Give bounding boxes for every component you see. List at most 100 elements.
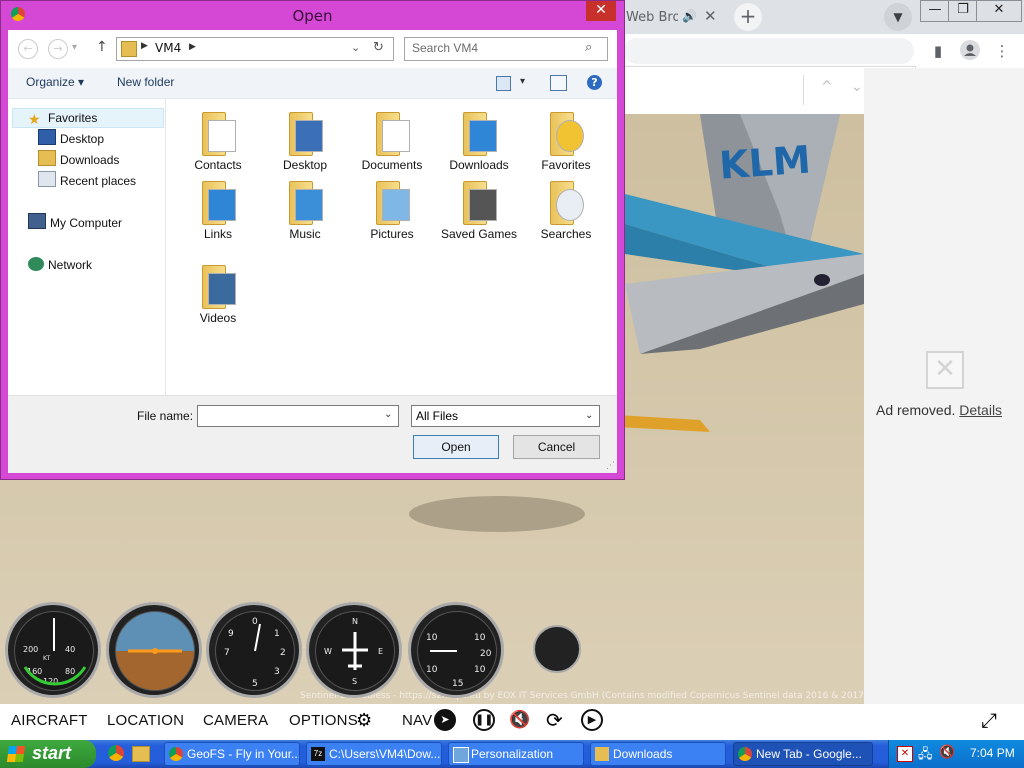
documents-folder-icon (374, 108, 410, 156)
location-menu[interactable]: LOCATION (107, 712, 184, 729)
file-name-input[interactable]: ⌄ (197, 405, 399, 427)
nav-network[interactable]: Network (28, 255, 92, 275)
start-label: start (32, 743, 72, 763)
search-input[interactable]: Search VM4 ⌕ (404, 37, 608, 61)
path-dropdown-icon[interactable]: ⌄ (351, 41, 360, 54)
taskbar-item-newtab[interactable]: New Tab - Google... (733, 742, 873, 766)
help-icon[interactable]: ? (587, 75, 602, 90)
desktop-folder-icon (287, 108, 323, 156)
contacts-folder-icon (200, 108, 236, 156)
videos-folder-icon (200, 261, 236, 309)
system-clock[interactable]: 7:04 PM (970, 746, 1015, 760)
folder-documents[interactable]: Documents (352, 108, 432, 188)
nav-menu[interactable]: NAV (402, 712, 432, 729)
ad-removed-icon: ✕ (926, 351, 964, 389)
chrome-quicklaunch-icon[interactable] (108, 745, 124, 761)
folder-music[interactable]: Music (265, 177, 345, 257)
nav-downloads[interactable]: Downloads (38, 150, 119, 170)
taskbar-item-geofs[interactable]: GeoFS - Fly in Your... (164, 742, 300, 766)
compass-icon[interactable]: ➤ (434, 709, 456, 731)
folder-favorites[interactable]: Favorites (526, 108, 606, 188)
folder-label: Favorites (541, 158, 591, 172)
taskbar-item-personalization[interactable]: Personalization (448, 742, 584, 766)
path-bar[interactable]: ▶ VM4 ▶ ⌄ ↻ (116, 37, 394, 61)
organize-button[interactable]: Organize ▾ (26, 75, 84, 89)
tab-title: Web Bro (626, 10, 678, 25)
nav-my-computer[interactable]: My Computer (28, 213, 122, 233)
folder-saved-games[interactable]: Saved Games (439, 177, 519, 257)
view-options-dropdown[interactable]: ▾ (520, 76, 525, 87)
folder-contacts[interactable]: Contacts (178, 108, 258, 188)
cancel-button[interactable]: Cancel (513, 435, 600, 459)
refresh-icon[interactable]: ↻ (373, 40, 384, 55)
gear-icon[interactable]: ⚙ (356, 710, 372, 731)
folder-label: Saved Games (440, 227, 518, 241)
svg-text:W: W (324, 647, 332, 656)
start-button[interactable]: start (0, 740, 96, 768)
new-folder-button[interactable]: New folder (117, 75, 174, 89)
fullscreen-icon[interactable]: ⤢ (981, 708, 997, 732)
folder-downloads[interactable]: Downloads (439, 108, 519, 188)
network-status-icon[interactable]: 🖧 (918, 745, 933, 767)
browser-tab[interactable]: Web Bro 🔊 ✕ (620, 4, 728, 32)
breadcrumb-arrow-icon: ▶ (141, 41, 148, 51)
back-button[interactable]: ← (18, 39, 38, 59)
dialog-close-button[interactable]: ✕ (586, 1, 616, 21)
taskbar-item-downloads[interactable]: Downloads (590, 742, 726, 766)
address-bar[interactable] (624, 38, 914, 64)
speaker-icon[interactable]: 🔊 (682, 9, 697, 23)
resize-grip-icon[interactable]: ⋰ (606, 461, 615, 471)
restore-button[interactable]: ❐ (948, 0, 978, 22)
folder-label: Documents (361, 158, 423, 172)
downloads-folder-icon (461, 108, 497, 156)
folder-searches[interactable]: Searches (526, 177, 606, 257)
up-button[interactable]: ↑ (96, 39, 108, 55)
recent-locations-dropdown[interactable]: ▾ (72, 42, 77, 53)
play-icon[interactable]: ▶ (581, 709, 603, 731)
window-close-button[interactable]: ✕ (976, 0, 1022, 22)
svg-text:40: 40 (65, 645, 75, 654)
chevron-down-icon[interactable]: ⌄ (384, 409, 392, 420)
explorer-quicklaunch-icon[interactable] (132, 746, 150, 762)
folder-videos[interactable]: Videos (178, 261, 258, 341)
svg-text:KT: KT (43, 655, 50, 662)
folder-links[interactable]: Links (178, 177, 258, 257)
nav-recent-places[interactable]: Recent places (38, 171, 136, 191)
pause-icon[interactable]: ❚❚ (473, 709, 495, 731)
svg-text:1: 1 (274, 629, 280, 639)
find-prev-button[interactable]: ^ (821, 79, 833, 95)
open-button[interactable]: Open (413, 435, 499, 459)
preview-pane-icon[interactable] (550, 75, 567, 91)
security-alert-icon[interactable]: ✕ (897, 746, 913, 762)
svg-text:5: 5 (252, 679, 258, 689)
taskbar-item-7zip[interactable]: 7z C:\Users\VM4\Dow... (306, 742, 442, 766)
aircraft-menu[interactable]: AIRCRAFT (11, 712, 88, 729)
nav-favorites[interactable]: ★ Favorites (28, 108, 97, 128)
folder-desktop[interactable]: Desktop (265, 108, 345, 188)
volume-muted-icon[interactable]: 🔇 (939, 745, 955, 760)
folder-label: Links (203, 227, 232, 241)
profile-avatar[interactable] (958, 40, 982, 62)
forward-button[interactable]: → (48, 39, 68, 59)
nav-desktop[interactable]: Desktop (38, 129, 104, 149)
find-next-button[interactable]: ⌄ (851, 79, 863, 95)
folder-label: Videos (199, 311, 237, 325)
new-tab-button[interactable]: + (734, 3, 762, 31)
ad-details-link[interactable]: Details (959, 402, 1002, 418)
nav-favorites-label: Favorites (48, 111, 98, 125)
tab-search-button[interactable]: ▼ (884, 3, 912, 31)
side-panel-icon[interactable]: ▮ (926, 40, 950, 62)
breadcrumb-vm4[interactable]: VM4 (155, 41, 181, 55)
menu-icon[interactable]: ⋮ (990, 40, 1014, 62)
minimize-button[interactable]: — (920, 0, 950, 22)
search-icon[interactable]: ⌕ (585, 40, 592, 55)
change-view-icon[interactable] (496, 76, 511, 91)
mute-icon[interactable]: 🔇 (509, 710, 530, 730)
file-type-select[interactable]: All Files ⌄ (411, 405, 600, 427)
reset-icon[interactable]: ⟳ (546, 708, 563, 732)
tab-close-icon[interactable]: ✕ (704, 7, 717, 25)
camera-menu[interactable]: CAMERA (203, 712, 268, 729)
folder-pictures[interactable]: Pictures (352, 177, 432, 257)
taskbar-item-label: C:\Users\VM4\Dow... (329, 747, 441, 761)
options-menu[interactable]: OPTIONS (289, 712, 358, 729)
